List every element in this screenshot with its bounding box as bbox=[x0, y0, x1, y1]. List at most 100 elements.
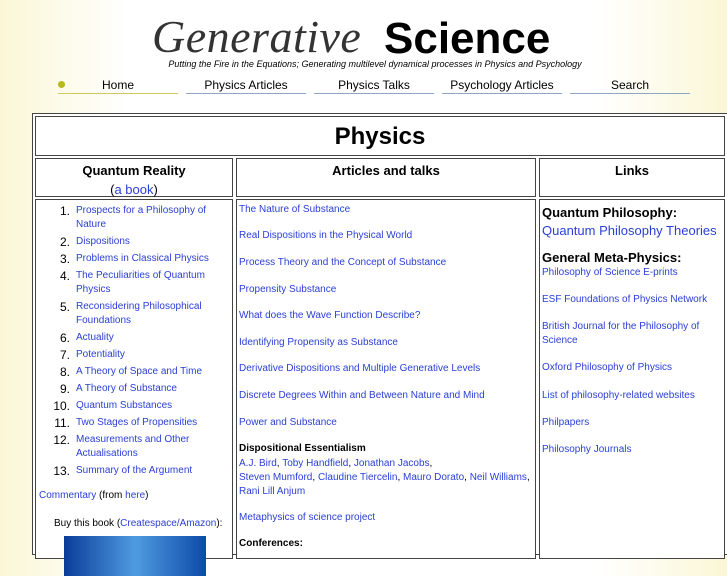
chapter-list: 1. Prospects for a Philosophy of Nature 2… bbox=[40, 204, 230, 481]
commentary-here-link[interactable]: here bbox=[125, 490, 145, 501]
person-link[interactable]: A.J. Bird bbox=[239, 458, 277, 469]
chapter-link[interactable]: Potentiality bbox=[76, 349, 125, 360]
logo-generative: Generative bbox=[152, 11, 362, 62]
nav-search[interactable]: Search bbox=[570, 78, 690, 94]
external-link[interactable]: Philosophy Journals bbox=[542, 443, 724, 457]
nav-physics-articles[interactable]: Physics Articles bbox=[186, 78, 306, 94]
list-item: 6. Actuality bbox=[40, 331, 230, 345]
external-link[interactable]: Oxford Philosophy of Physics bbox=[542, 361, 724, 375]
chapter-number: 5. bbox=[59, 300, 70, 314]
person-link[interactable]: Toby Handfield bbox=[282, 458, 348, 469]
buy-link[interactable]: Createspace/Amazon bbox=[120, 518, 216, 529]
commentary-from: (from bbox=[96, 490, 126, 501]
quantum-philosophy-heading: Quantum Philosophy: bbox=[542, 205, 678, 220]
list-item: 10. Quantum Substances bbox=[40, 399, 230, 413]
chapter-number: 13. bbox=[53, 464, 70, 478]
main-nav: Home Physics Articles Physics Talks Psyc… bbox=[58, 78, 698, 96]
tagline: Putting the Fire in the Equations; Gener… bbox=[168, 59, 582, 69]
conferences-heading: Conferences: bbox=[239, 538, 303, 549]
links-header: Links bbox=[539, 158, 725, 197]
chapter-number: 3. bbox=[59, 252, 70, 266]
chapter-link[interactable]: Prospects for a Philosophy of Nature bbox=[76, 205, 206, 230]
article-link[interactable]: Derivative Dispositions and Multiple Gen… bbox=[239, 363, 534, 374]
chapter-link[interactable]: Quantum Substances bbox=[76, 400, 172, 411]
article-link[interactable]: Power and Substance bbox=[239, 417, 534, 428]
list-item: 2. Dispositions bbox=[40, 235, 230, 249]
external-link[interactable]: List of philosophy-related websites bbox=[542, 389, 724, 403]
quantum-philosophy-link[interactable]: Quantum Philosophy Theories bbox=[542, 223, 724, 238]
chapter-link[interactable]: Dispositions bbox=[76, 236, 130, 247]
article-link[interactable]: The Nature of Substance bbox=[239, 204, 534, 215]
external-link[interactable]: Philosophy of Science E-prints bbox=[542, 266, 724, 280]
list-item: 11. Two Stages of Propensities bbox=[40, 416, 230, 430]
articles-header: Articles and talks bbox=[236, 158, 536, 197]
chapter-link[interactable]: A Theory of Substance bbox=[76, 383, 177, 394]
chapter-link[interactable]: The Peculiarities of Quantum Physics bbox=[76, 270, 205, 295]
list-item: 7. Potentiality bbox=[40, 348, 230, 362]
chapter-number: 9. bbox=[59, 382, 70, 396]
article-link[interactable]: Propensity Substance bbox=[239, 284, 534, 295]
chapter-link[interactable]: Actuality bbox=[76, 332, 114, 343]
buy-line: Buy this book (Createspace/Amazon): bbox=[54, 518, 222, 529]
article-link[interactable]: Real Dispositions in the Physical World bbox=[239, 230, 534, 241]
buy-post: ): bbox=[216, 518, 223, 529]
external-link[interactable]: British Journal for the Philosophy of Sc… bbox=[542, 320, 724, 348]
nav-home[interactable]: Home bbox=[58, 78, 178, 94]
list-item: 4. The Peculiarities of Quantum Physics bbox=[40, 269, 230, 297]
chapter-number: 8. bbox=[59, 365, 70, 379]
book-cover-image[interactable] bbox=[64, 536, 206, 576]
chapter-link[interactable]: Summary of the Argument bbox=[76, 465, 192, 476]
article-link[interactable]: Discrete Degrees Within and Between Natu… bbox=[239, 390, 534, 401]
list-item: 8. A Theory of Space and Time bbox=[40, 365, 230, 379]
external-link[interactable]: Philpapers bbox=[542, 416, 724, 430]
commentary-line: Commentary (from here) bbox=[39, 490, 149, 501]
list-item: 5. Reconsidering Philosophical Foundation… bbox=[40, 300, 230, 328]
list-item: 3. Problems in Classical Physics bbox=[40, 252, 230, 266]
articles-title: Articles and talks bbox=[332, 163, 440, 178]
quantum-reality-header: Quantum Reality (a book) bbox=[35, 158, 233, 197]
logo-science: Science bbox=[384, 14, 551, 63]
chapter-number: 4. bbox=[59, 269, 70, 283]
quantum-reality-title: Quantum Reality bbox=[82, 163, 186, 178]
content-table: Physics Quantum Reality (a book) Article… bbox=[32, 113, 727, 576]
general-metaphysics-heading: General Meta-Physics: bbox=[542, 250, 682, 265]
external-link[interactable]: ESF Foundations of Physics Network bbox=[542, 293, 724, 307]
person-link[interactable]: Neil Williams bbox=[470, 472, 527, 483]
chapter-number: 7. bbox=[59, 348, 70, 362]
commentary-link[interactable]: Commentary bbox=[39, 490, 96, 501]
person-link[interactable]: Rani Lill Anjum bbox=[239, 486, 305, 497]
person-link[interactable]: Jonathan Jacobs bbox=[354, 458, 430, 469]
article-link[interactable]: What does the Wave Function Describe? bbox=[239, 310, 534, 321]
list-item: 1. Prospects for a Philosophy of Nature bbox=[40, 204, 230, 232]
dispositional-heading: Dispositional Essentialism bbox=[239, 443, 366, 454]
chapter-link[interactable]: A Theory of Space and Time bbox=[76, 366, 202, 377]
commentary-close: ) bbox=[145, 490, 149, 501]
links-column: Quantum Philosophy: Quantum Philosophy T… bbox=[539, 199, 725, 559]
chapter-number: 12. bbox=[53, 433, 70, 447]
list-item: 9. A Theory of Substance bbox=[40, 382, 230, 396]
chapter-link[interactable]: Problems in Classical Physics bbox=[76, 253, 209, 264]
chapter-link[interactable]: Two Stages of Propensities bbox=[76, 417, 197, 428]
links-title: Links bbox=[615, 163, 649, 178]
article-link[interactable]: Identifying Propensity as Substance bbox=[239, 337, 534, 348]
person-link[interactable]: Steven Mumford bbox=[239, 472, 312, 483]
article-link[interactable]: Process Theory and the Concept of Substa… bbox=[239, 257, 534, 268]
metaphysics-project-link[interactable]: Metaphysics of science project bbox=[239, 512, 534, 523]
dispositional-people: A.J. Bird, Toby Handfield, Jonathan Jaco… bbox=[239, 458, 530, 497]
list-item: 13. Summary of the Argument bbox=[40, 464, 230, 478]
page-title-cell: Physics bbox=[35, 116, 725, 156]
person-link[interactable]: Mauro Dorato bbox=[403, 472, 464, 483]
quantum-reality-column: 1. Prospects for a Philosophy of Nature 2… bbox=[35, 199, 233, 576]
chapter-number: 11. bbox=[54, 416, 70, 430]
a-book-link[interactable]: a book bbox=[114, 182, 153, 197]
chapter-link[interactable]: Measurements and Other Actualisations bbox=[76, 434, 189, 459]
chapter-number: 1. bbox=[59, 204, 70, 218]
chapter-link[interactable]: Reconsidering Philosophical Foundations bbox=[76, 301, 202, 326]
chapter-number: 2. bbox=[59, 235, 70, 249]
nav-psychology-articles[interactable]: Psychology Articles bbox=[442, 78, 562, 94]
nav-physics-talks[interactable]: Physics Talks bbox=[314, 78, 434, 94]
person-link[interactable]: Claudine Tiercelin bbox=[318, 472, 398, 483]
chapter-number: 6. bbox=[59, 331, 70, 345]
articles-column: The Nature of Substance Real Disposition… bbox=[236, 199, 536, 559]
site-logo[interactable]: Generative Science bbox=[152, 8, 602, 63]
